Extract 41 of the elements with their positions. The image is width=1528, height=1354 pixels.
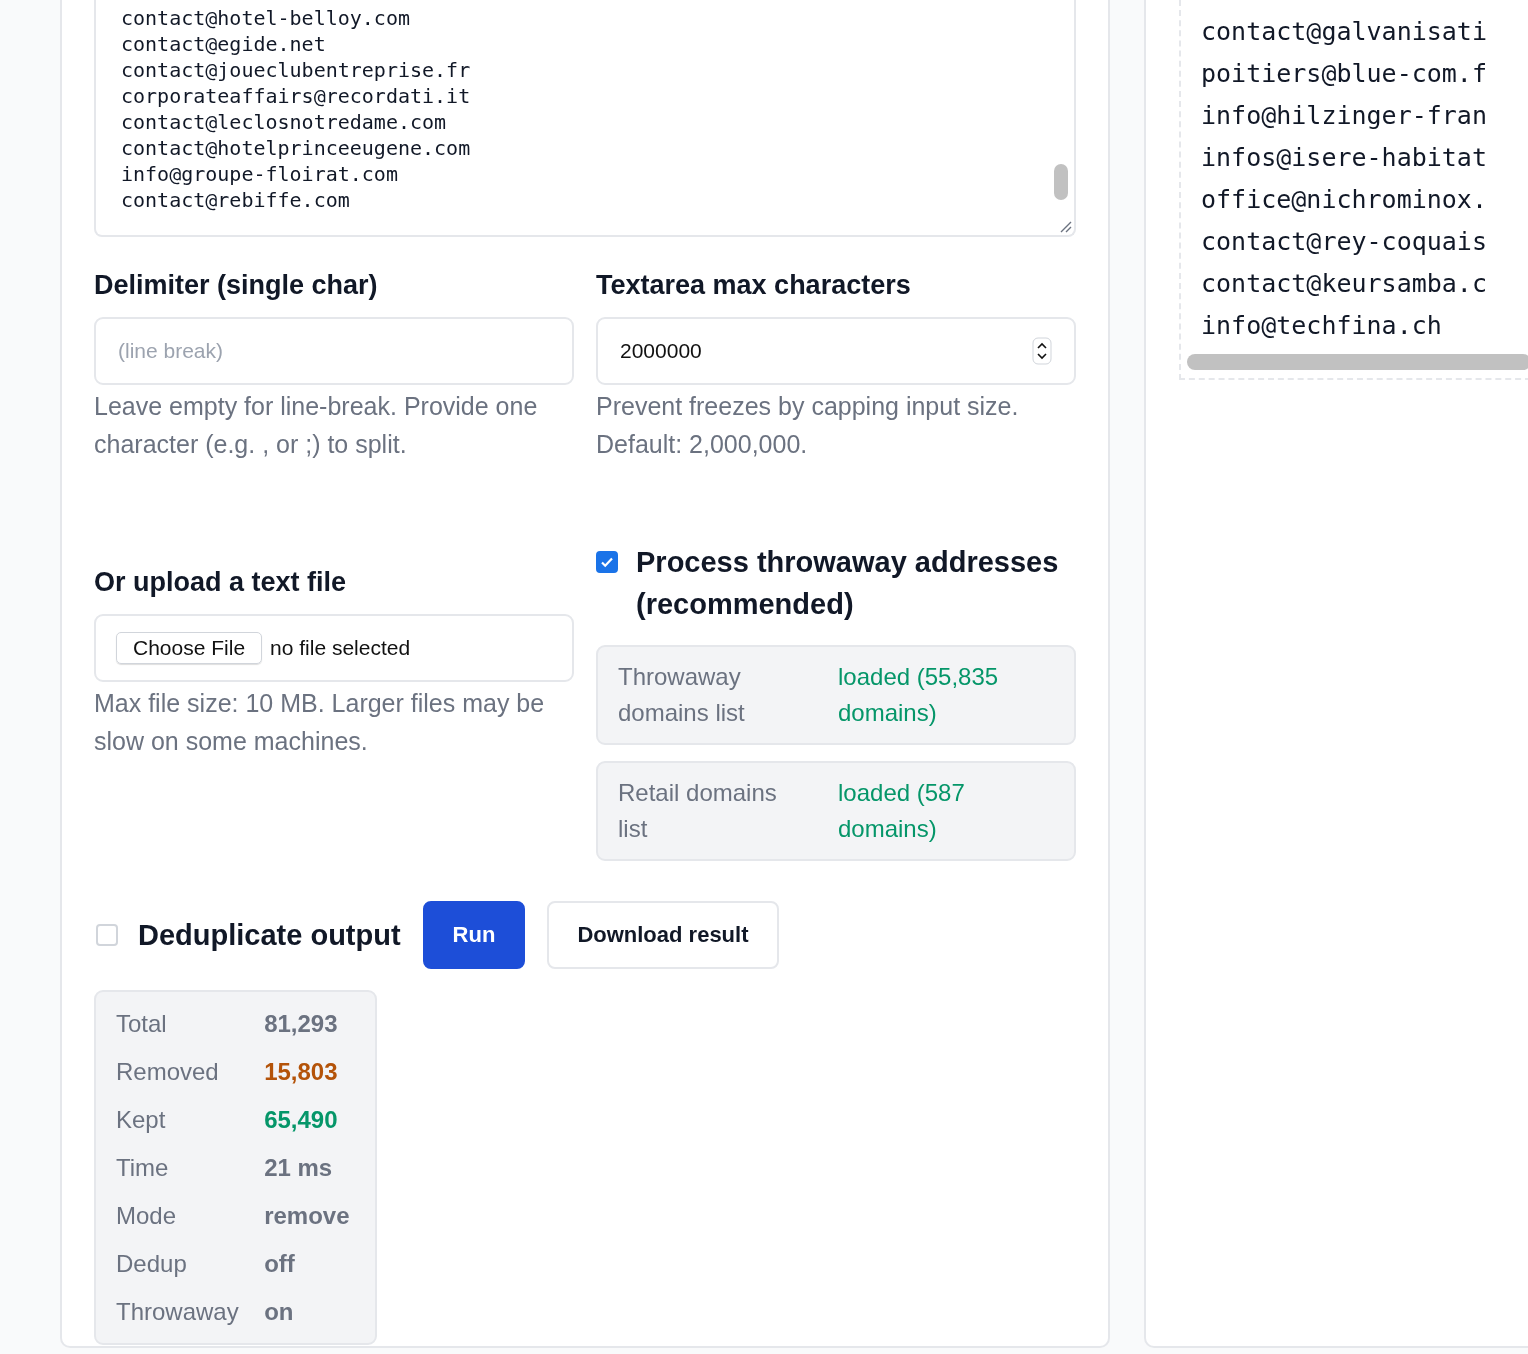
resize-grip-icon[interactable] — [1058, 219, 1072, 233]
stat-label: Throwaway — [116, 1297, 240, 1327]
checkbox-label: Process throwaway addresses (recommended) — [636, 545, 1060, 622]
stat-label: Kept — [116, 1105, 167, 1135]
list-status: loaded (55,835 domains) — [838, 662, 1000, 728]
stat-label: Mode — [116, 1201, 178, 1231]
choose-file-button[interactable]: Choose File — [116, 632, 263, 664]
field-label: Textarea max characters — [596, 270, 912, 301]
stat-value: 81,293 — [264, 1009, 339, 1039]
stat-value: remove — [264, 1201, 351, 1231]
email-textarea[interactable] — [94, 0, 1076, 237]
field-label: Or upload a text file — [94, 567, 348, 598]
checkbox-label: Deduplicate output — [138, 918, 401, 952]
file-status: no file selected — [270, 636, 411, 660]
stat-value: on — [264, 1297, 295, 1327]
stat-value: 65,490 — [264, 1105, 339, 1135]
run-button[interactable]: Run — [422, 901, 526, 969]
stat-label: Time — [116, 1153, 170, 1183]
checkbox[interactable] — [596, 551, 618, 573]
stat-label: Total — [116, 1009, 168, 1039]
stat-value: off — [264, 1249, 296, 1279]
horizontal-scrollbar[interactable] — [1187, 354, 1528, 370]
email-list-text: contact@hotel-belloy.com contact@egide.net contact@joueclubentreprise.fr corporateaffairs@recordati.it contact@leclosnotredame.com contact@hotelprinceeugene.com info@groupe-floirat.com contact@rebiffe.com — [120, 5, 471, 214]
list-status: loaded (587 domains) — [838, 778, 966, 844]
file-input[interactable]: Choose File no file selected — [94, 614, 574, 682]
stat-value: 21 ms — [264, 1153, 334, 1183]
stat-label: Dedup — [116, 1249, 188, 1279]
help-text: Max file size: 10 MB. Larger files may be slow on some machines. — [94, 688, 546, 757]
stepper-icon[interactable] — [1032, 337, 1052, 365]
scrollbar-thumb[interactable] — [1054, 164, 1068, 200]
list-name: Retail domains list — [618, 778, 778, 844]
list-name: Throwaway domains list — [618, 662, 746, 728]
stat-value: 15,803 — [264, 1057, 339, 1087]
help-text: Leave empty for line-break. Provide one character (e.g. , or ;) to split. — [94, 391, 539, 460]
download-button[interactable]: Download result — [547, 901, 779, 969]
field-label: Delimiter (single char) — [94, 270, 379, 301]
help-text: Prevent freezes by capping input size. Default: 2,000,000. — [596, 391, 1020, 460]
stat-label: Removed — [116, 1057, 220, 1087]
output-text: contact@galvanisati poitiers@blue-com.f info@hilzinger-fran infos@isere-habitat office@nichrominox. contact@rey-coquais contact@keursamba.c info@techfina.ch — [1200, 16, 1488, 342]
max-characters-input[interactable]: 2000000 — [596, 317, 1076, 385]
delimiter-input[interactable]: (line break) — [94, 317, 574, 385]
